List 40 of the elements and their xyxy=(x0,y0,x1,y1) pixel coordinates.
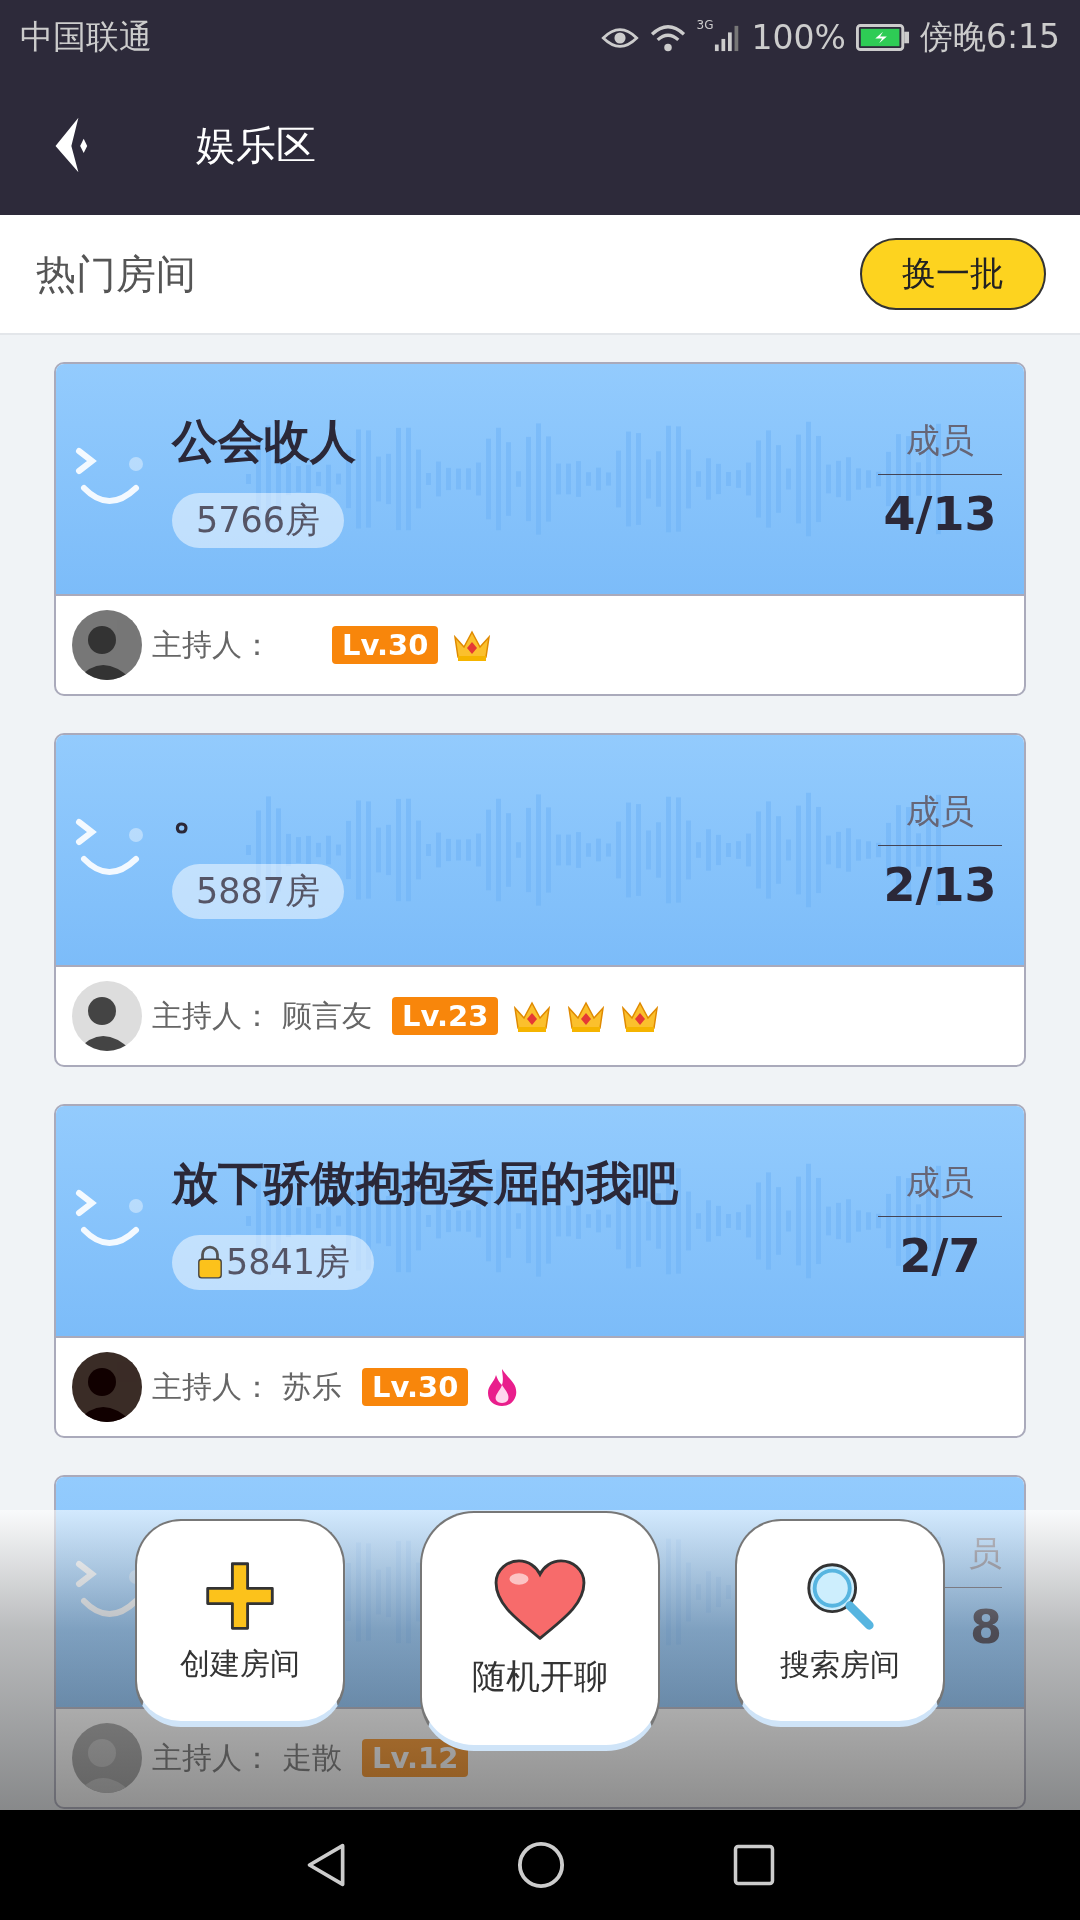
members-label: 成员 xyxy=(878,788,1002,846)
battery-icon xyxy=(855,24,910,51)
members-label: 成员 xyxy=(878,417,1002,475)
host-label: 主持人： xyxy=(152,1367,272,1406)
room-card[interactable]: 。 5887房 成员 2/13 主持人： 顾言友 Lv.23 xyxy=(54,733,1026,1067)
member-count: 4/13 xyxy=(883,485,997,541)
search-room-button[interactable]: 搜索房间 xyxy=(735,1519,945,1727)
host-label: 主持人： xyxy=(152,1738,272,1777)
recents-nav-icon[interactable] xyxy=(732,1843,777,1887)
level-badge: Lv.30 xyxy=(332,626,439,664)
section-title: 热门房间 xyxy=(36,249,196,299)
room-number: 5841房 xyxy=(226,1240,351,1284)
home-nav-icon[interactable] xyxy=(517,1841,565,1889)
battery-percent: 100% xyxy=(751,18,846,57)
host-name: 苏乐 xyxy=(282,1367,342,1406)
host-label: 主持人： xyxy=(152,625,272,664)
room-title: 放下骄傲抱抱委屈的我吧 xyxy=(172,1154,679,1212)
room-title: 。 xyxy=(172,783,219,841)
host-label: 主持人： xyxy=(152,996,272,1035)
page-title: 娱乐区 xyxy=(196,120,316,170)
room-card[interactable]: 放下骄傲抱抱委屈的我吧 5841房 成员 2/7 主持人： 苏乐 Lv.30 xyxy=(54,1104,1026,1438)
refresh-button[interactable]: 换一批 xyxy=(860,238,1046,310)
room-title: 公会收人 xyxy=(172,412,357,470)
room-number: 5766房 xyxy=(196,498,321,542)
clock-time: 傍晚6:15 xyxy=(919,16,1060,58)
network-type: 3G xyxy=(696,18,714,32)
carrier-name: 中国联通 xyxy=(20,16,152,58)
room-card[interactable]: 公会收人 5766房 成员 4/13 主持人： Lv.30 xyxy=(54,362,1026,696)
host-name: 顾言友 xyxy=(282,996,372,1035)
host-name: 走散 xyxy=(282,1738,342,1777)
member-count: 8 xyxy=(970,1598,1002,1654)
member-count: 2/7 xyxy=(899,1227,981,1283)
members-label: 成员 xyxy=(878,1159,1002,1217)
level-badge: Lv.23 xyxy=(392,997,499,1035)
create-room-button[interactable]: 创建房间 xyxy=(135,1519,345,1727)
room-number: 5887房 xyxy=(196,869,321,913)
level-badge: Lv.30 xyxy=(362,1368,469,1406)
wifi-icon xyxy=(648,22,687,53)
member-count: 2/13 xyxy=(883,856,997,912)
level-badge: Lv.12 xyxy=(362,1739,469,1777)
